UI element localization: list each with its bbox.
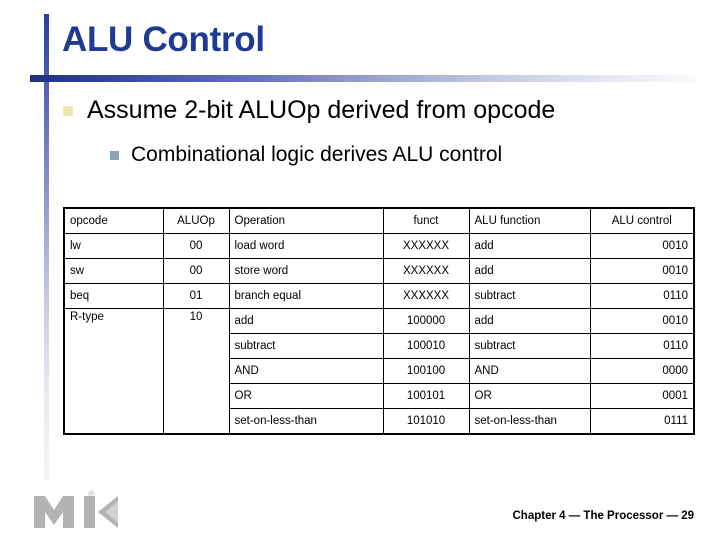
table-header-row: opcode ALUOp Operation funct ALU functio… <box>63 207 695 234</box>
alu-control-table-container: opcode ALUOp Operation funct ALU functio… <box>63 207 695 435</box>
cell-aluop: 01 <box>162 283 230 309</box>
cell-alu-control: 0111 <box>589 408 695 435</box>
table-row: beq 01 branch equal XXXXXX subtract 0110 <box>63 283 695 309</box>
cell-aluop: 00 <box>162 258 230 284</box>
column-header-alu-function: ALU function <box>468 207 591 234</box>
cell-alu-control: 0010 <box>589 233 695 259</box>
cell-opcode: sw <box>63 258 164 284</box>
cell-operation: set-on-less-than <box>228 408 384 435</box>
cell-alu-control: 0001 <box>589 383 695 409</box>
cell-aluop: 00 <box>162 233 230 259</box>
cell-operation: OR <box>228 383 384 409</box>
left-accent-bar <box>44 14 49 480</box>
column-header-aluop: ALUOp <box>162 207 230 234</box>
square-bullet-icon <box>63 105 73 116</box>
cell-operation: load word <box>228 233 384 259</box>
cell-opcode: lw <box>63 233 164 259</box>
footer-chapter-label: Chapter 4 — The Processor — 29 <box>512 510 694 522</box>
cell-alu-function: OR <box>468 383 591 409</box>
cell-alu-control: 0010 <box>589 308 695 334</box>
cell-operation: branch equal <box>228 283 384 309</box>
cell-alu-function: add <box>468 258 591 284</box>
registered-trademark-icon: ® <box>88 489 95 499</box>
bullet-level1-label: Assume 2-bit ALUOp derived from opcode <box>87 96 556 124</box>
column-header-funct: funct <box>382 207 470 234</box>
title-underline-rule <box>30 75 698 82</box>
table-row: lw 00 load word XXXXXX add 0010 <box>63 233 695 259</box>
cell-alu-function: AND <box>468 358 591 384</box>
cell-opcode: R-type <box>63 308 164 435</box>
cell-alu-function: set-on-less-than <box>468 408 591 435</box>
cell-alu-control: 0110 <box>589 283 695 309</box>
cell-funct: 100010 <box>382 333 470 359</box>
cell-funct: XXXXXX <box>382 283 470 309</box>
column-header-opcode: opcode <box>63 207 164 234</box>
cell-funct: XXXXXX <box>382 258 470 284</box>
cell-funct: 100100 <box>382 358 470 384</box>
cell-alu-function: add <box>468 308 591 334</box>
page-title: ALU Control <box>62 20 265 59</box>
bullet-item-level1: Assume 2-bit ALUOp derived from opcode <box>63 96 555 125</box>
cell-funct: 101010 <box>382 408 470 435</box>
cell-alu-control: 0010 <box>589 258 695 284</box>
cell-opcode: beq <box>63 283 164 309</box>
square-bullet-icon <box>110 150 119 160</box>
alu-control-table: opcode ALUOp Operation funct ALU functio… <box>63 207 695 435</box>
table-row: sw 00 store word XXXXXX add 0010 <box>63 258 695 284</box>
cell-funct: 100000 <box>382 308 470 334</box>
table-row: R-type 10 add 100000 add 0010 <box>63 308 695 435</box>
cell-operation: subtract <box>228 333 384 359</box>
cell-alu-function: subtract <box>468 283 591 309</box>
cell-funct: XXXXXX <box>382 233 470 259</box>
bullet-level2-label: Combinational logic derives ALU control <box>131 143 503 166</box>
cell-funct: 100101 <box>382 383 470 409</box>
cell-operation: store word <box>228 258 384 284</box>
cell-operation: AND <box>228 358 384 384</box>
morgan-kaufmann-logo-icon <box>34 496 118 528</box>
cell-aluop: 10 <box>162 308 230 435</box>
cell-alu-control: 0000 <box>589 358 695 384</box>
cell-alu-control: 0110 <box>589 333 695 359</box>
cell-alu-function: add <box>468 233 591 259</box>
cell-operation: add <box>228 308 384 334</box>
column-header-alu-control: ALU control <box>589 207 695 234</box>
column-header-operation: Operation <box>228 207 384 234</box>
cell-alu-function: subtract <box>468 333 591 359</box>
bullet-item-level2: Combinational logic derives ALU control <box>110 143 502 167</box>
